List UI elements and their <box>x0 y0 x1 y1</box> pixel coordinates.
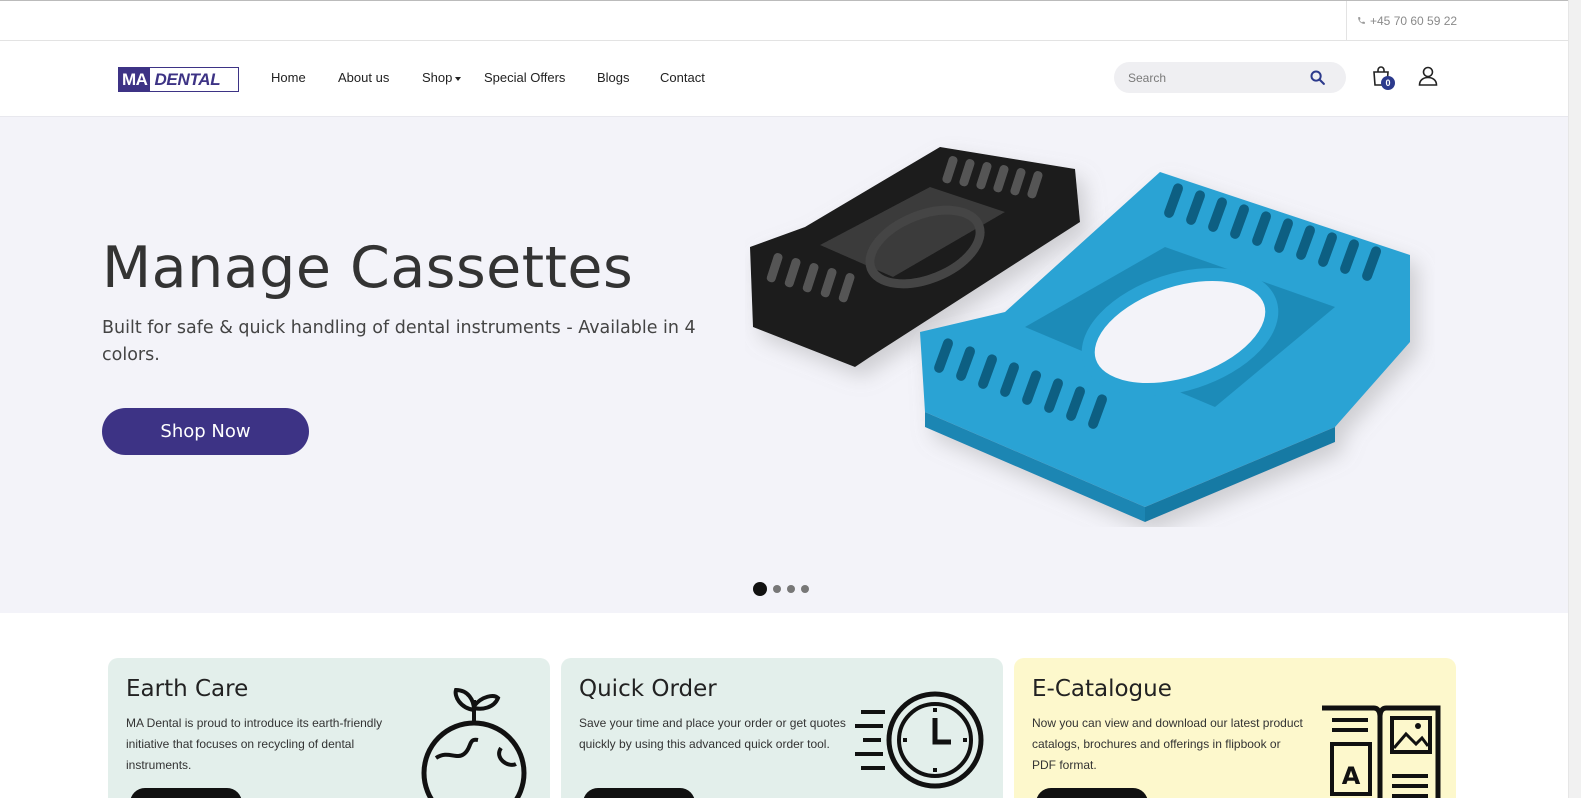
cart-button[interactable]: 0 <box>1371 65 1395 91</box>
nav-special-offers[interactable]: Special Offers <box>484 70 565 85</box>
card-description: Now you can view and download our latest… <box>1032 716 1303 772</box>
page-scrollbar[interactable] <box>1568 0 1581 798</box>
card-quick-order[interactable]: Quick Order Save your time and place you… <box>561 658 1003 798</box>
shop-now-button[interactable]: Shop Now <box>102 408 309 455</box>
nav-shop-label: Shop <box>422 70 453 85</box>
nav-about-us[interactable]: About us <box>338 70 389 85</box>
hero-subtitle: Built for safe & quick handling of denta… <box>102 318 696 365</box>
search-icon[interactable] <box>1309 69 1326 86</box>
account-button[interactable] <box>1417 65 1439 87</box>
card-earth-care[interactable]: Earth Care MA Dental is proud to introdu… <box>108 658 550 798</box>
search-input[interactable] <box>1128 70 1298 85</box>
card-description: MA Dental is proud to introduce its eart… <box>126 716 383 772</box>
nav-shop[interactable]: Shop <box>422 70 462 85</box>
card-button[interactable] <box>130 788 242 798</box>
top-bar: +45 70 60 59 22 <box>0 0 1568 41</box>
hero-slider: Manage Cassettes Built for safe & quick … <box>0 117 1568 613</box>
feature-cards: Earth Care MA Dental is proud to introdu… <box>0 613 1568 798</box>
fast-clock-icon <box>855 691 984 789</box>
nav-contact[interactable]: Contact <box>660 70 705 85</box>
card-e-catalogue[interactable]: E-Catalogue Now you can view and downloa… <box>1014 658 1456 798</box>
slider-dots <box>753 582 815 596</box>
card-title: E-Catalogue <box>1032 676 1172 702</box>
nav-home[interactable]: Home <box>271 70 306 85</box>
main-header: MA DENTAL Home About us Shop Special Off… <box>0 41 1568 117</box>
nav-blogs[interactable]: Blogs <box>597 70 630 85</box>
slider-dot-4[interactable] <box>801 585 809 593</box>
card-title: Quick Order <box>579 676 717 702</box>
ma-dental-logo[interactable]: MA DENTAL <box>118 67 239 92</box>
open-catalogue-icon: A <box>1322 705 1441 798</box>
card-button[interactable] <box>583 788 695 798</box>
slider-dot-2[interactable] <box>773 585 781 593</box>
phone-contact[interactable]: +45 70 60 59 22 <box>1346 1 1568 41</box>
caret-down-icon <box>455 76 462 81</box>
slider-dot-3[interactable] <box>787 585 795 593</box>
card-title: Earth Care <box>126 676 249 702</box>
hero-title: Manage Cassettes <box>102 235 634 301</box>
cassette-product-image <box>750 147 1410 522</box>
slider-dot-1[interactable] <box>753 582 767 596</box>
cart-count-badge: 0 <box>1381 76 1395 90</box>
logo-dental: DENTAL <box>154 69 221 89</box>
phone-number: +45 70 60 59 22 <box>1370 14 1458 28</box>
globe-sprout-icon <box>421 688 527 798</box>
logo-ma: MA <box>119 68 151 91</box>
card-button[interactable] <box>1036 788 1148 798</box>
svg-text:A: A <box>1342 762 1361 790</box>
card-description: Save your time and place your order or g… <box>579 716 846 751</box>
search-bar <box>1114 62 1346 93</box>
user-icon <box>1417 66 1439 91</box>
phone-icon <box>1357 14 1366 28</box>
